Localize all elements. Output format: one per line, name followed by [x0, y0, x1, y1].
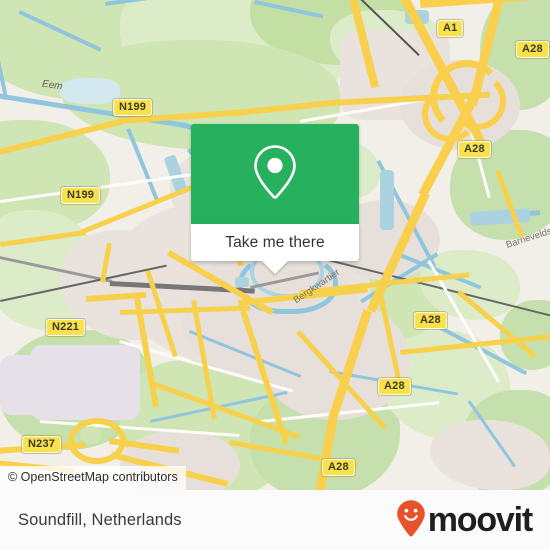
- footer-bar: Soundfill, Netherlands moovit: [0, 490, 550, 550]
- osm-attribution[interactable]: © OpenStreetMap contributors: [0, 466, 186, 490]
- card-icon-area: [191, 124, 359, 224]
- road-shield-n221[interactable]: N221: [46, 319, 86, 336]
- moovit-wordmark: moovit: [427, 501, 533, 539]
- take-me-there-button[interactable]: Take me there: [191, 224, 359, 274]
- moovit-map-screenshot: Eem Barneveldse Bergkwartier A1 A28 N199…: [0, 0, 550, 550]
- moovit-pin-smiley-icon: [396, 499, 426, 542]
- map-pin-icon: [252, 143, 298, 206]
- road-shield-a28-1[interactable]: A28: [516, 41, 549, 58]
- road-shield-n199-1[interactable]: N199: [113, 99, 153, 116]
- road-shield-a28-4[interactable]: A28: [378, 378, 411, 395]
- moovit-logo[interactable]: moovit: [396, 499, 533, 542]
- place-name: Soundfill, Netherlands: [18, 510, 182, 529]
- card-pointer-tail: [262, 261, 288, 274]
- take-me-there-label: Take me there: [225, 233, 325, 251]
- road-shield-n237[interactable]: N237: [22, 436, 62, 453]
- road-shield-a1[interactable]: A1: [437, 20, 464, 37]
- road-shield-a28-3[interactable]: A28: [414, 312, 447, 329]
- road-shield-n199-2[interactable]: N199: [61, 187, 101, 204]
- road-shield-a28-5[interactable]: A28: [322, 459, 355, 476]
- road-shield-a28-2[interactable]: A28: [458, 141, 491, 158]
- take-me-there-card[interactable]: Take me there: [191, 124, 359, 274]
